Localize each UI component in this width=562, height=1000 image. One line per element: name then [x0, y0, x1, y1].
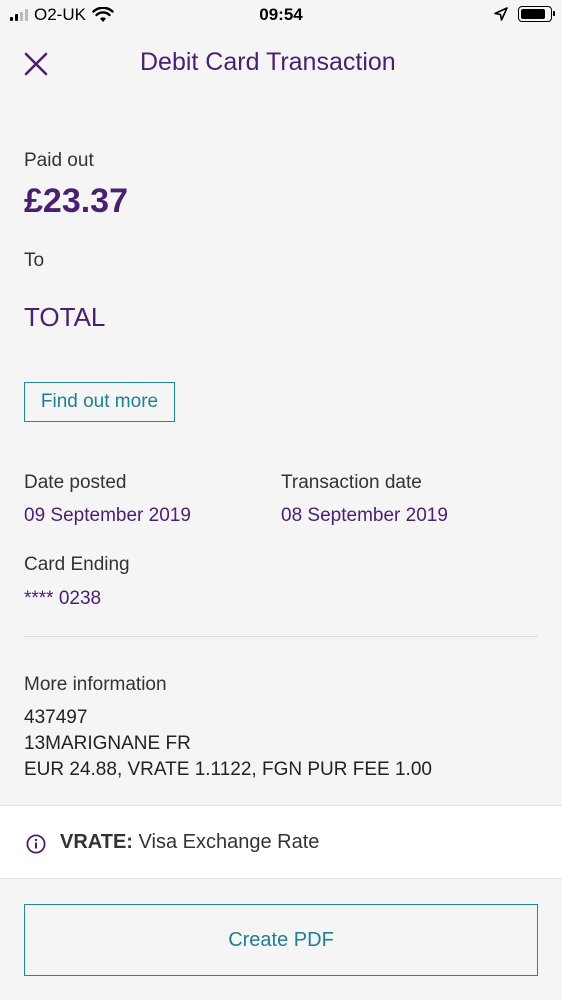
- location-arrow-icon: [494, 7, 508, 21]
- transaction-date-label: Transaction date: [281, 472, 422, 493]
- date-posted-label: Date posted: [24, 472, 127, 493]
- more-info-line: 437497: [24, 707, 88, 728]
- carrier-name: O2-UK: [34, 5, 86, 24]
- paid-out-label: Paid out: [24, 150, 94, 171]
- header: Debit Card Transaction: [0, 34, 562, 94]
- status-bar: O2-UK 09:54: [0, 0, 562, 34]
- find-out-more-button[interactable]: Find out more: [24, 382, 175, 422]
- info-icon: [26, 834, 46, 854]
- close-button[interactable]: [18, 46, 54, 82]
- vrate-note-text: VRATE: Visa Exchange Rate: [60, 831, 319, 854]
- card-ending-value: **** 0238: [24, 588, 102, 609]
- vrate-term: VRATE:: [60, 831, 133, 853]
- date-posted-value: 09 September 2019: [24, 505, 191, 526]
- more-info-line: 13MARIGNANE FR: [24, 733, 191, 754]
- to-label: To: [24, 250, 45, 271]
- vrate-definition: Visa Exchange Rate: [138, 831, 320, 853]
- vrate-note: VRATE: Visa Exchange Rate: [0, 805, 562, 879]
- amount-value: £23.37: [24, 182, 128, 220]
- wifi-icon: [92, 7, 114, 22]
- create-pdf-button[interactable]: Create PDF: [24, 904, 538, 976]
- more-info-line: EUR 24.88, VRATE 1.1122, FGN PUR FEE 1.0…: [24, 759, 432, 780]
- transaction-date-value: 08 September 2019: [281, 505, 448, 526]
- page-title: Debit Card Transaction: [140, 48, 396, 76]
- divider: [24, 636, 538, 637]
- more-information-label: More information: [24, 674, 167, 695]
- battery-level: [521, 9, 545, 19]
- close-icon: [24, 52, 48, 76]
- battery-icon: [518, 6, 555, 22]
- payee-name: TOTAL: [24, 302, 106, 332]
- card-ending-label: Card Ending: [24, 554, 130, 575]
- status-right: [494, 6, 555, 22]
- status-left: O2-UK: [10, 5, 114, 25]
- signal-strength-icon: [10, 9, 28, 21]
